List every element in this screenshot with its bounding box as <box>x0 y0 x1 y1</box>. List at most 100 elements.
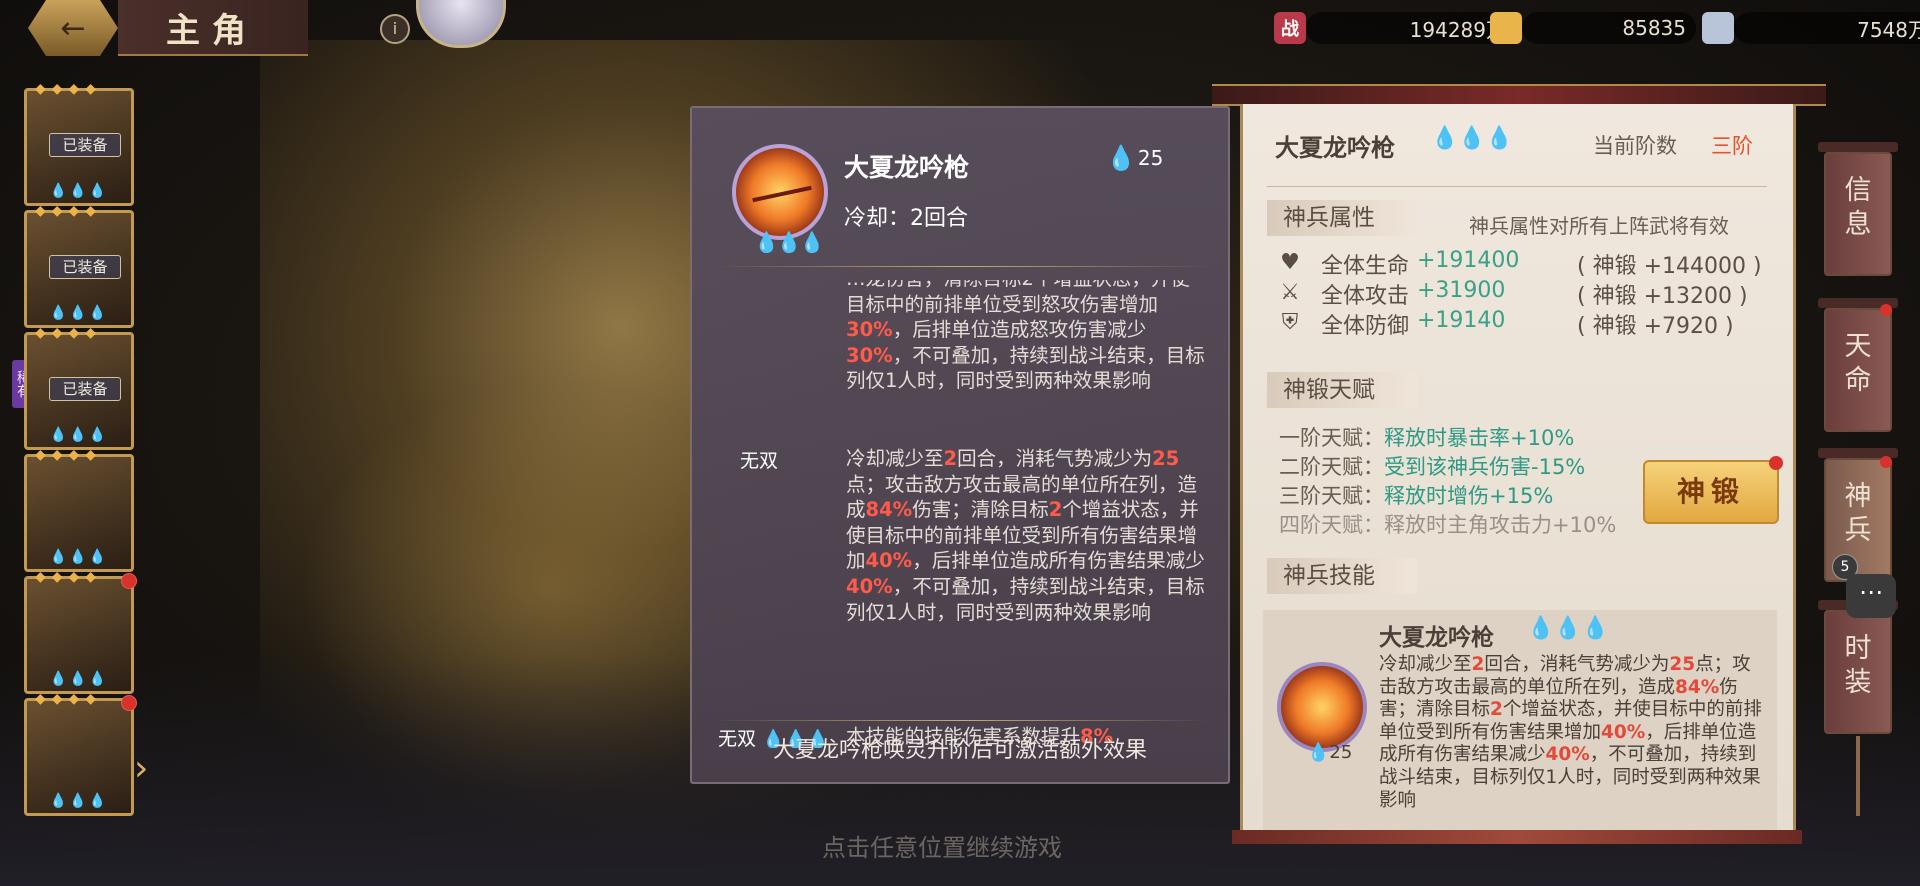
flame-icon: 💧 <box>1106 144 1136 172</box>
skill-section-title: 神兵技能 <box>1267 558 1417 594</box>
attr-section-title: 神兵属性 <box>1267 200 1417 236</box>
star-gems: ◆◆◆◆ <box>35 81 103 97</box>
divider <box>714 266 1210 267</box>
star-gems: ◆◆◆◆ <box>35 325 103 341</box>
rank-drops: 💧💧💧 <box>49 305 109 321</box>
top-bar: ← 主角 i 战194289万85835+7548万+ <box>0 0 1920 58</box>
weapon-rank-drops: 💧💧💧 <box>1431 126 1514 151</box>
stage-value: 三阶 <box>1711 134 1753 158</box>
sword-icon: ⚔ <box>1280 280 1300 305</box>
avatar[interactable] <box>416 0 506 48</box>
forge-button[interactable]: 神锻 <box>1643 460 1779 524</box>
wushuang-text: 冷却减少至2回合，消耗气势减少为25点；攻击敌方攻击最高的单位所在列，造成84%… <box>846 447 1205 624</box>
resource-value: 85835 <box>1522 12 1696 44</box>
stat-forge-bonus: ( 神锻 +144000 ) <box>1577 254 1762 279</box>
tab-1[interactable]: 天 命 <box>1824 308 1892 432</box>
weapon-card[interactable]: ◆◆◆◆ 已装备 💧💧💧 <box>24 81 134 206</box>
talent-section-title: 神锻天赋 <box>1267 372 1417 408</box>
notification-dot <box>1880 456 1892 468</box>
gold-ingot-icon <box>1490 12 1522 44</box>
weapon-title: 大夏龙吟枪 <box>1275 134 1395 162</box>
rank-drops: 💧💧💧 <box>49 427 109 443</box>
stat-row: ⛨ 全体防御 +19140 ( 神锻 +7920 ) <box>1277 308 1777 340</box>
notification-dot <box>1769 456 1783 470</box>
stat-forge-bonus: ( 神锻 +13200 ) <box>1577 284 1748 309</box>
weapon-card[interactable]: ◆◆◆◆ 💧💧💧 <box>24 569 137 694</box>
skill-box: 💧25 大夏龙吟枪 💧💧💧 冷却减少至2回合，消耗气势减少为25点；攻击敌方攻击… <box>1263 610 1777 832</box>
shield-icon: ⛨ <box>1281 310 1299 335</box>
skill-icon[interactable] <box>1277 662 1367 752</box>
tab-3[interactable]: 时 装 <box>1824 610 1892 734</box>
skill-rank-drops: 💧💧💧 <box>754 230 825 254</box>
divider <box>1267 186 1767 187</box>
weapon-card[interactable]: ◆◆◆◆ 已装备 💧💧💧 <box>24 203 134 328</box>
stat-name: 全体防御 <box>1321 314 1410 339</box>
talent-row: 二阶天赋：受到该神兵伤害-15% <box>1279 451 1585 481</box>
talent-label: 四阶天赋： <box>1279 513 1384 537</box>
decorative-rod <box>1856 736 1860 816</box>
star-gems: ◆◆◆◆ <box>35 691 103 707</box>
resource-copper-coin: 7548万+ <box>1702 10 1920 46</box>
panel-bottom-scroll <box>1232 830 1802 844</box>
stat-forge-bonus: ( 神锻 +7920 ) <box>1577 314 1734 339</box>
combat-power-icon: 战 <box>1274 12 1306 44</box>
skill-description: 冷却减少至2回合，消耗气势减少为25点；攻击敌方攻击最高的单位所在列，造成84%… <box>1379 654 1762 811</box>
rank-drops: 💧💧💧 <box>49 671 109 687</box>
notification-dot <box>1880 304 1892 316</box>
copper-coin-icon <box>1702 12 1734 44</box>
resource-value: 7548万 <box>1734 12 1920 44</box>
chevron-right-icon[interactable]: › <box>134 748 164 794</box>
skill-description[interactable]: …龙伤害，清除目标2个增益状态，并使目标中的前排单位受到怒攻伤害增加30%，后排… <box>718 280 1208 748</box>
stage-label: 当前阶数 <box>1593 134 1677 158</box>
skill-tooltip-popup: 💧💧💧 大夏龙吟枪 💧25 冷却：2回合 …龙伤害，清除目标2个增益状态，并使目… <box>690 106 1230 784</box>
panel-top-scroll <box>1212 84 1826 106</box>
star-gems: ◆◆◆◆ <box>35 447 103 463</box>
notification-dot <box>121 573 137 589</box>
stat-value: +31900 <box>1417 278 1506 303</box>
skill-icon <box>732 144 828 240</box>
resource-combat-power: 战 194289万 <box>1274 10 1516 46</box>
rank-drops: 💧💧💧 <box>49 793 109 809</box>
heart-icon: ♥ <box>1280 250 1300 275</box>
stat-name: 全体攻击 <box>1321 284 1410 309</box>
talent-value: 释放时增伤+15% <box>1384 484 1554 508</box>
chat-icon[interactable]: ⋯ <box>1846 574 1896 618</box>
equipped-label: 已装备 <box>49 377 121 401</box>
wushuang-label: 无双 <box>740 450 779 472</box>
divider <box>714 720 1210 721</box>
info-icon[interactable]: i <box>380 14 410 44</box>
back-arrow-icon[interactable]: ← <box>28 0 118 56</box>
notification-dot <box>121 695 137 711</box>
talent-row: 四阶天赋：释放时主角攻击力+10% <box>1279 509 1616 539</box>
tab-cap <box>1818 142 1898 152</box>
stat-row: ⚔ 全体攻击 +31900 ( 神锻 +13200 ) <box>1277 278 1777 310</box>
weapon-card[interactable]: ◆◆◆◆ 已装备 💧💧💧 <box>24 325 134 450</box>
weapon-card[interactable]: ◆◆◆◆ 💧💧💧 <box>24 691 137 816</box>
skill-cost: 💧25 <box>1106 144 1163 172</box>
skill-cost: 💧25 <box>1307 742 1353 763</box>
skill-name: 大夏龙吟枪 <box>844 153 970 182</box>
star-gems: ◆◆◆◆ <box>35 203 103 219</box>
weapon-card[interactable]: ◆◆◆◆ 💧💧💧 <box>24 447 134 572</box>
tab-0[interactable]: 信 息 <box>1824 152 1892 276</box>
talent-value: 释放时主角攻击力+10% <box>1384 513 1617 537</box>
resource-value: 194289万 <box>1306 12 1516 44</box>
page-title-plate: 主角 <box>118 0 308 56</box>
page-title: 主角 <box>166 10 258 51</box>
talent-value: 释放时暴击率+10% <box>1384 426 1575 450</box>
attr-note: 神兵属性对所有上阵武将有效 <box>1469 214 1729 238</box>
talent-label: 一阶天赋： <box>1279 426 1384 450</box>
upgrade-hint: 大夏龙吟枪唤灵升阶后可激活额外效果 <box>772 738 1147 763</box>
talent-label: 三阶天赋： <box>1279 484 1384 508</box>
weapon-detail-panel: 大夏龙吟枪 💧💧💧 当前阶数 三阶 神兵属性 神兵属性对所有上阵武将有效 神锻天… <box>1240 104 1796 832</box>
prev-level-text: …龙伤害，清除目标2个增益状态，并使目标中的前排单位受到怒攻伤害增加30%，后排… <box>846 280 1205 393</box>
skill-cost-value: 25 <box>1137 146 1164 170</box>
stat-value: +19140 <box>1417 308 1506 333</box>
stat-name: 全体生命 <box>1321 254 1410 279</box>
resource-gold-ingot: 85835+ <box>1490 10 1725 46</box>
stat-row: ♥ 全体生命 +191400 ( 神锻 +144000 ) <box>1277 248 1777 280</box>
weapon-list: 稀有 ◆◆◆◆ 已装备 💧💧💧 ◆◆◆◆ 已装备 💧💧💧 ◆◆◆◆ 已装备 💧💧💧 ◆◆◆◆ 💧💧💧… <box>12 78 144 838</box>
talent-value: 受到该神兵伤害-15% <box>1384 455 1586 479</box>
rank-drops: 💧💧💧 <box>49 549 109 565</box>
equipped-label: 已装备 <box>49 255 121 279</box>
